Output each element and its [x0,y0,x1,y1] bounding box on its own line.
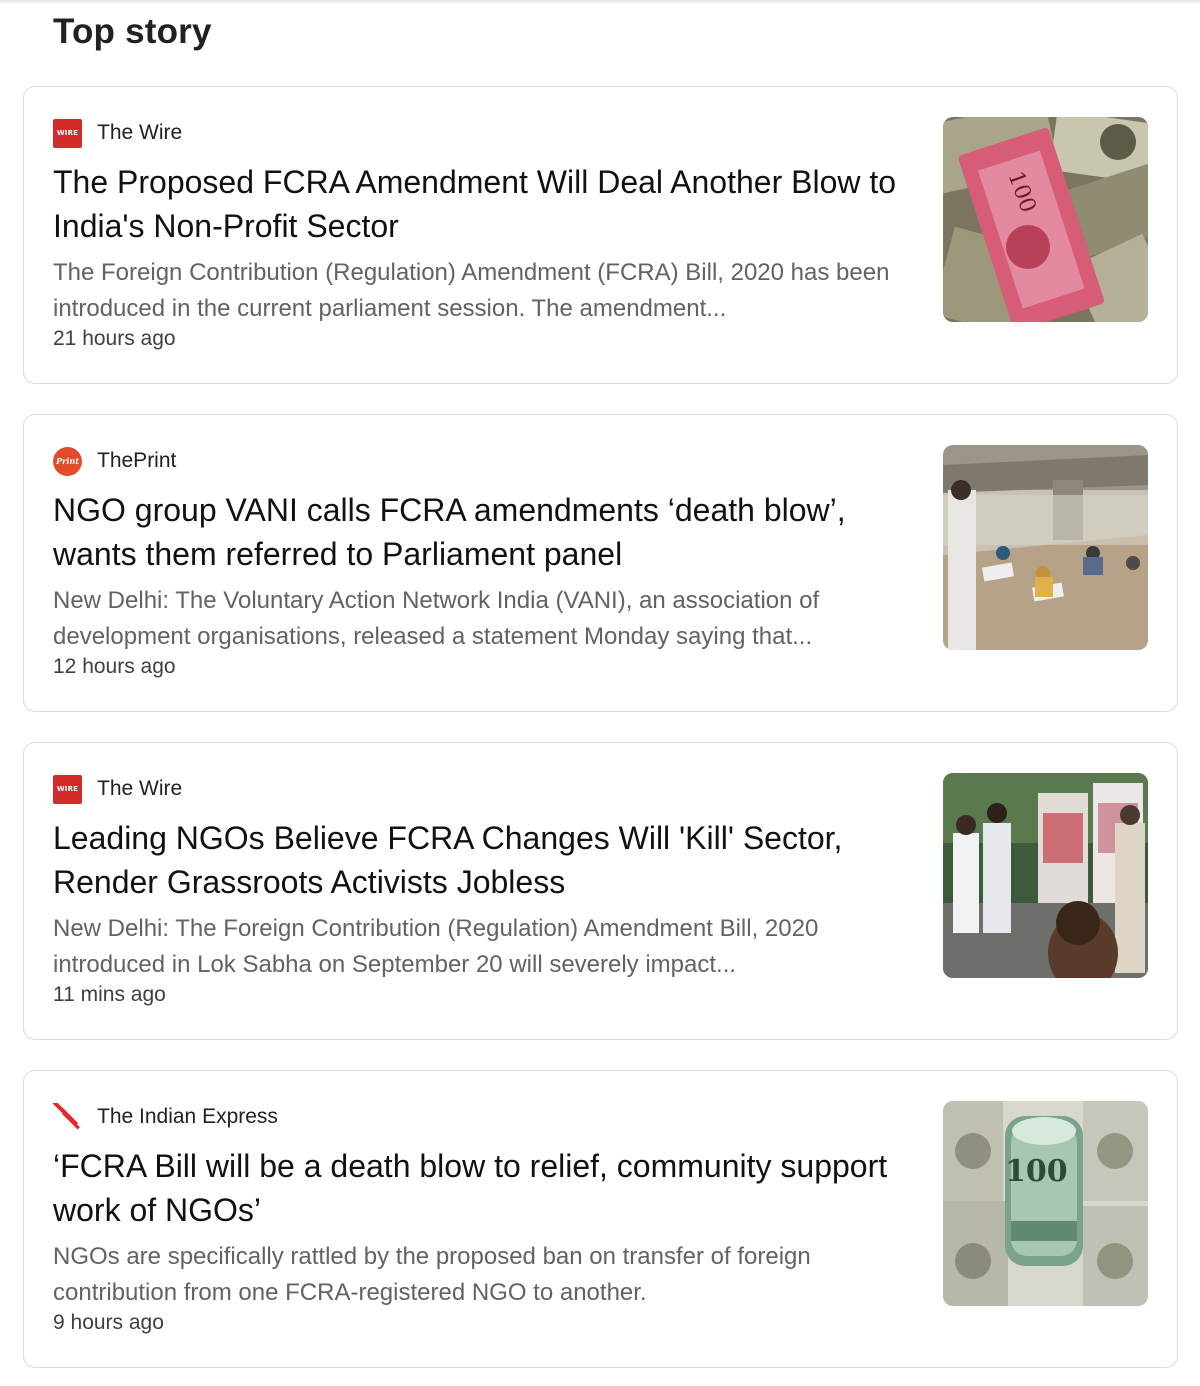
dollar-roll-image: 100 [943,1101,1148,1306]
dollar-roll-thumbnail[interactable]: 100 [943,1101,1148,1306]
logo-text: Print [56,456,79,466]
exhibition-visitors-thumbnail[interactable] [943,773,1148,978]
story-headline[interactable]: The Proposed FCRA Amendment Will Deal An… [53,160,923,248]
section-title: Top story [53,12,212,51]
story-snippet: NGOs are specifically rattled by the pro… [53,1243,811,1306]
story-timestamp: 21 hours ago [53,327,176,350]
people-under-flyover-image [943,445,1148,650]
source-row[interactable]: Print ThePrint [53,446,176,476]
story-card[interactable]: WIRE The Wire The Proposed FCRA Amendmen… [23,86,1178,384]
story-timestamp: 12 hours ago [53,655,176,678]
story-timestamp: 11 mins ago [53,983,166,1006]
story-snippet: The Foreign Contribution (Regulation) Am… [53,259,890,322]
theprint-logo-icon: Print [53,446,82,476]
story-snippet: New Delhi: The Foreign Contribution (Reg… [53,915,819,978]
source-row[interactable]: The Indian Express [53,1102,278,1132]
exhibition-visitors-image [943,773,1148,978]
currency-notes-image: 100 [943,117,1148,322]
story-snippet: New Delhi: The Voluntary Action Network … [53,587,820,650]
currency-notes-thumbnail[interactable]: 100 [943,117,1148,322]
story-headline[interactable]: NGO group VANI calls FCRA amendments ‘de… [53,488,923,576]
indian-express-logo-icon [53,1102,82,1132]
source-row[interactable]: WIRE The Wire [53,774,182,804]
source-row[interactable]: WIRE The Wire [53,118,182,148]
story-timestamp: 9 hours ago [53,1311,164,1334]
story-card[interactable]: The Indian Express ‘FCRA Bill will be a … [23,1070,1178,1368]
source-name[interactable]: The Wire [97,777,182,801]
top-shadow [0,0,1200,4]
story-card[interactable]: Print ThePrint NGO group VANI calls FCRA… [23,414,1178,712]
source-name[interactable]: ThePrint [97,449,176,473]
logo-text: WIRE [56,785,79,793]
the-wire-logo-icon: WIRE [53,118,82,148]
people-under-flyover-thumbnail[interactable] [943,445,1148,650]
story-headline[interactable]: Leading NGOs Believe FCRA Changes Will '… [53,816,923,904]
story-headline[interactable]: ‘FCRA Bill will be a death blow to relie… [53,1144,923,1232]
story-card[interactable]: WIRE The Wire Leading NGOs Believe FCRA … [23,742,1178,1040]
svg-text:100: 100 [1005,1154,1068,1189]
the-wire-logo-icon: WIRE [53,774,82,804]
source-name[interactable]: The Wire [97,121,182,145]
source-name[interactable]: The Indian Express [97,1105,278,1129]
logo-text: WIRE [56,129,79,137]
